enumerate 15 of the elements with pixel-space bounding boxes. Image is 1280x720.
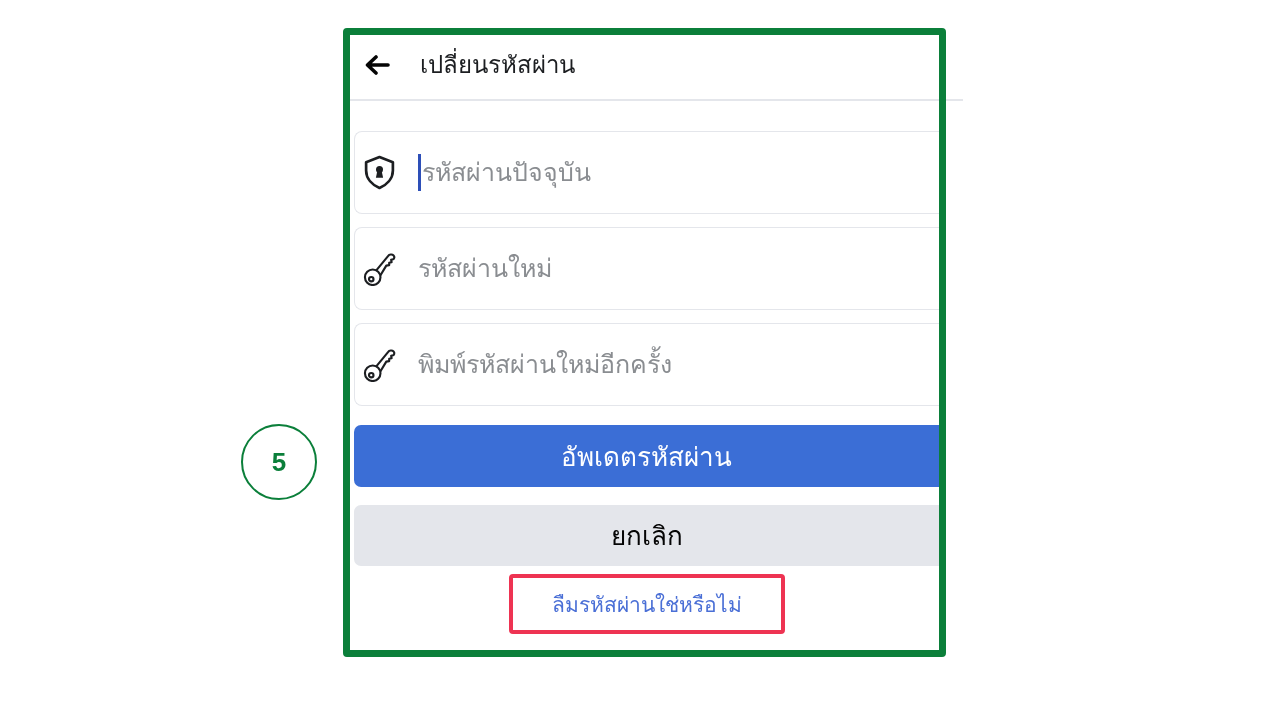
key-icon: [363, 251, 396, 286]
update-password-button[interactable]: อัพเดตรหัสผ่าน: [354, 425, 939, 487]
step-number-badge: 5: [241, 424, 317, 500]
password-input[interactable]: พิมพ์รหัสผ่านใหม่อีกครั้ง: [418, 342, 939, 387]
key-icon: [363, 347, 396, 382]
password-field[interactable]: รหัสผ่านปัจจุบัน: [354, 131, 939, 214]
screen-title: เปลี่ยนรหัสผ่าน: [420, 47, 575, 81]
password-field[interactable]: พิมพ์รหัสผ่านใหม่อีกครั้ง: [354, 323, 939, 406]
password-field[interactable]: รหัสผ่านใหม่: [354, 227, 939, 310]
cancel-button[interactable]: ยกเลิก: [354, 505, 939, 566]
password-input[interactable]: รหัสผ่านใหม่: [418, 246, 939, 291]
shield-lock-icon: [363, 155, 396, 190]
back-arrow-icon[interactable]: [364, 55, 390, 75]
password-input[interactable]: รหัสผ่านปัจจุบัน: [422, 150, 939, 195]
forgot-password-link[interactable]: ลืมรหัสผ่านใช่หรือไม่: [551, 587, 742, 621]
